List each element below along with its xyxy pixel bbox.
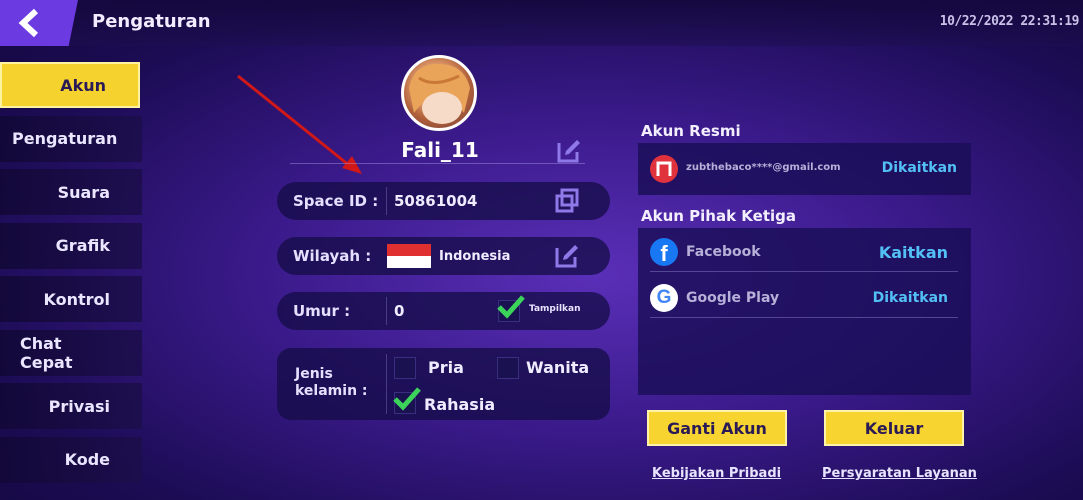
avatar[interactable] [401, 55, 477, 131]
row-divider [650, 271, 958, 272]
region-label: Wilayah : [293, 247, 372, 265]
username: Fali_11 [401, 138, 479, 162]
gender-label: Jenis kelamin : [295, 366, 368, 399]
avatar-image [409, 63, 470, 124]
third-party-row-facebook: f Facebook Kaitkan [650, 232, 958, 272]
sidebar-item-chat-cepat[interactable]: Chat Cepat [0, 329, 142, 376]
google-label: Google Play [686, 290, 780, 306]
facebook-label: Facebook [686, 244, 761, 260]
official-account-card: zubthebaco****@gmail.com Dikaitkan [638, 143, 971, 195]
google-icon: G [650, 284, 678, 312]
region-value: Indonesia [439, 248, 511, 264]
username-underline [290, 163, 585, 164]
region-field: Wilayah : Indonesia [277, 237, 610, 275]
third-party-row-google: G Google Play Dikaitkan [650, 278, 958, 318]
show-age-checkbox[interactable] [497, 295, 525, 322]
official-account-title: Akun Resmi [641, 122, 741, 140]
terms-of-service-link[interactable]: Persyaratan Layanan [822, 466, 977, 481]
official-account-email: zubthebaco****@gmail.com [686, 162, 841, 173]
third-party-title: Akun Pihak Ketiga [641, 207, 797, 225]
gender-wanita-label: Wanita [526, 358, 590, 377]
sidebar-item-pengaturan[interactable]: Pengaturan [0, 115, 142, 162]
sidebar: Akun Pengaturan Suara Grafik Kontrol Cha… [0, 62, 142, 490]
brand-logo-icon [650, 155, 678, 183]
age-value[interactable]: 0 [394, 292, 404, 330]
sidebar-item-kode[interactable]: Kode [0, 436, 142, 483]
facebook-link-button[interactable]: Kaitkan [879, 232, 948, 272]
gender-pria-label: Pria [428, 358, 464, 377]
sidebar-item-kontrol[interactable]: Kontrol [0, 276, 142, 322]
checkmark-icon [393, 387, 421, 411]
gender-rahasia-label: Rahasia [424, 395, 496, 414]
chevron-left-icon [18, 8, 39, 38]
field-divider [386, 354, 387, 414]
edit-username-icon[interactable] [555, 137, 583, 165]
age-field: Umur : 0 Tampilkan [277, 292, 610, 330]
google-status[interactable]: Dikaitkan [873, 278, 948, 318]
sidebar-item-privasi[interactable]: Privasi [0, 383, 142, 429]
field-divider [386, 187, 387, 215]
facebook-icon: f [650, 238, 678, 266]
gender-rahasia-checkbox[interactable] [393, 387, 421, 414]
gender-wanita-checkbox[interactable] [497, 357, 519, 379]
sidebar-item-grafik[interactable]: Grafik [0, 222, 142, 269]
show-age-label: Tampilkan [529, 304, 581, 314]
sidebar-item-suara[interactable]: Suara [0, 169, 142, 215]
space-id-label: Space ID : [293, 192, 379, 210]
edit-region-icon[interactable] [553, 242, 581, 270]
checkmark-icon [497, 295, 525, 319]
logout-button[interactable]: Keluar [824, 410, 964, 446]
space-id-value: 50861004 [394, 192, 478, 210]
back-button[interactable] [0, 0, 78, 46]
privacy-policy-link[interactable]: Kebijakan Pribadi [652, 466, 781, 481]
field-divider [386, 297, 387, 325]
official-account-status[interactable]: Dikaitkan [882, 160, 957, 176]
sidebar-item-akun[interactable]: Akun [0, 62, 140, 108]
row-divider [650, 317, 958, 318]
space-id-field: Space ID : 50861004 [277, 182, 610, 220]
gender-panel: Jenis kelamin : Pria Wanita Rahasia [277, 348, 610, 420]
datetime: 10/22/2022 22:31:19 [939, 14, 1080, 29]
age-label: Umur : [293, 302, 351, 320]
indonesia-flag-icon [387, 244, 431, 268]
copy-icon[interactable] [553, 187, 581, 215]
third-party-card: f Facebook Kaitkan G Google Play Dikaitk… [638, 228, 971, 395]
switch-account-button[interactable]: Ganti Akun [647, 410, 787, 446]
page-title: Pengaturan [92, 11, 211, 32]
gender-pria-checkbox[interactable] [394, 357, 416, 379]
red-arrow-annotation [237, 74, 362, 174]
